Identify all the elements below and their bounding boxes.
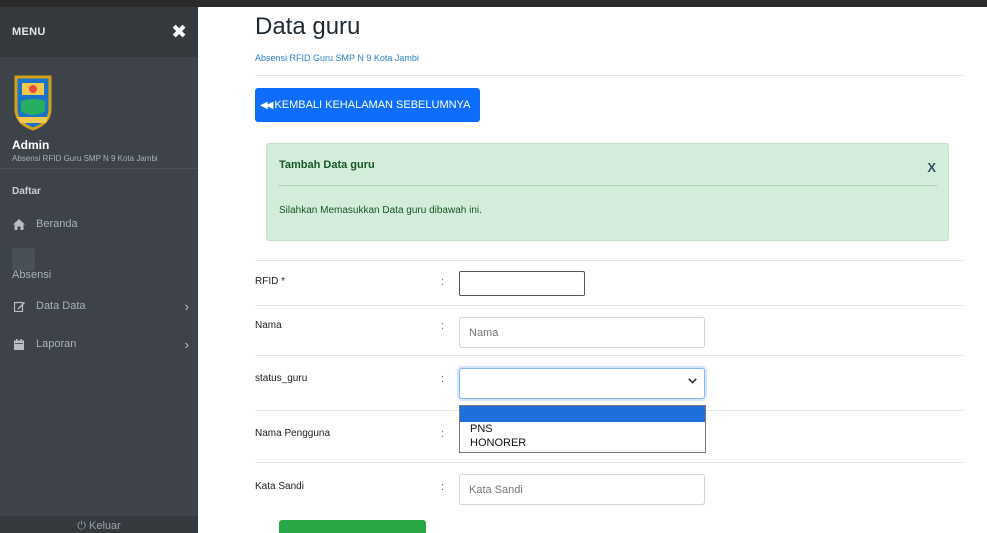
kata-sandi-input[interactable] [459, 474, 705, 505]
nama-label: Nama [255, 320, 282, 331]
calendar-icon [12, 337, 26, 351]
top-border [0, 0, 987, 7]
dropdown-option[interactable]: PNS [460, 422, 705, 436]
status-guru-dropdown: PNS HONORER [459, 405, 706, 453]
alert-box: Tambah Data guru X Silahkan Memasukkan D… [266, 143, 949, 241]
logout-label: Keluar [88, 520, 121, 532]
chevron-right-icon: › [184, 298, 189, 314]
school-logo [14, 75, 52, 131]
rfid-input[interactable] [459, 271, 585, 296]
sidebar: MENU ✖ Admin Absensi RFID Guru SMP N 9 K… [0, 7, 198, 533]
nama-pengguna-label: Nama Pengguna [255, 428, 331, 439]
back-button[interactable]: ◀◀ KEMBALI KEHALAMAN SEBELUMNYA [255, 88, 481, 122]
page-subtitle: Absensi RFID Guru SMP N 9 Kota Jambi [255, 53, 419, 63]
sidebar-menu-label: MENU [12, 26, 46, 38]
colon: : [441, 428, 445, 440]
page-title: Data guru [255, 13, 361, 40]
user-subtitle: Absensi RFID Guru SMP N 9 Kota Jambi [12, 154, 158, 163]
dropdown-option[interactable] [460, 406, 705, 422]
alert-title: Tambah Data guru [279, 159, 375, 171]
sidebar-item-absensi[interactable]: Absensi [0, 243, 198, 287]
user-name: Admin [12, 138, 50, 152]
sidebar-item-label: Absensi [12, 269, 52, 281]
colon: : [441, 373, 445, 385]
colon: : [441, 320, 445, 332]
edit-icon [12, 299, 26, 313]
main-content: Data guru Absensi RFID Guru SMP N 9 Kota… [255, 7, 963, 505]
alert-close-button[interactable]: X [927, 160, 936, 175]
chevron-right-icon: › [184, 336, 189, 352]
colon: : [441, 276, 445, 288]
form-row-status-guru: status_guru : [255, 355, 963, 410]
double-chevron-left-icon: ◀◀ [260, 99, 273, 111]
sidebar-item-label: Data Data [36, 300, 86, 312]
logout-button[interactable]: ⏻ Keluar [0, 516, 198, 533]
rfid-label: RFID * [255, 276, 285, 287]
sidebar-user-panel: Admin Absensi RFID Guru SMP N 9 Kota Jam… [0, 57, 198, 169]
chevron-down-icon [688, 376, 697, 387]
status-guru-label: status_guru [255, 373, 308, 384]
power-icon: ⏻ [77, 520, 86, 532]
sidebar-item-label: Laporan [36, 338, 77, 350]
divider [255, 75, 963, 76]
sidebar-item-laporan[interactable]: Laporan › [0, 325, 198, 363]
sidebar-item-beranda[interactable]: Beranda [0, 205, 198, 243]
dropdown-option[interactable]: HONORER [460, 436, 705, 450]
nama-input[interactable] [459, 317, 705, 348]
guru-form: RFID * : Nama : status_guru : Nama Pengg… [255, 260, 963, 522]
colon: : [441, 481, 445, 493]
sidebar-item-label: Beranda [36, 218, 78, 230]
form-row-nama: Nama : [255, 305, 963, 355]
alert-message: Silahkan Memasukkan Data guru dibawah in… [279, 205, 482, 216]
submit-button[interactable] [279, 520, 426, 533]
sidebar-item-data-data[interactable]: Data Data › [0, 287, 198, 325]
sidebar-header: MENU ✖ [0, 7, 198, 57]
status-guru-select[interactable] [459, 368, 705, 399]
alert-divider [278, 185, 937, 186]
image-placeholder-icon [12, 247, 35, 271]
sidebar-section-label: Daftar [12, 186, 41, 197]
back-button-label: KEMBALI KEHALAMAN SEBELUMNYA [274, 99, 471, 111]
form-row-kata-sandi: Kata Sandi : [255, 462, 963, 522]
kata-sandi-label: Kata Sandi [255, 481, 304, 492]
close-icon[interactable]: ✖ [171, 23, 187, 42]
home-icon [12, 217, 26, 231]
form-row-rfid: RFID * : [255, 260, 963, 305]
